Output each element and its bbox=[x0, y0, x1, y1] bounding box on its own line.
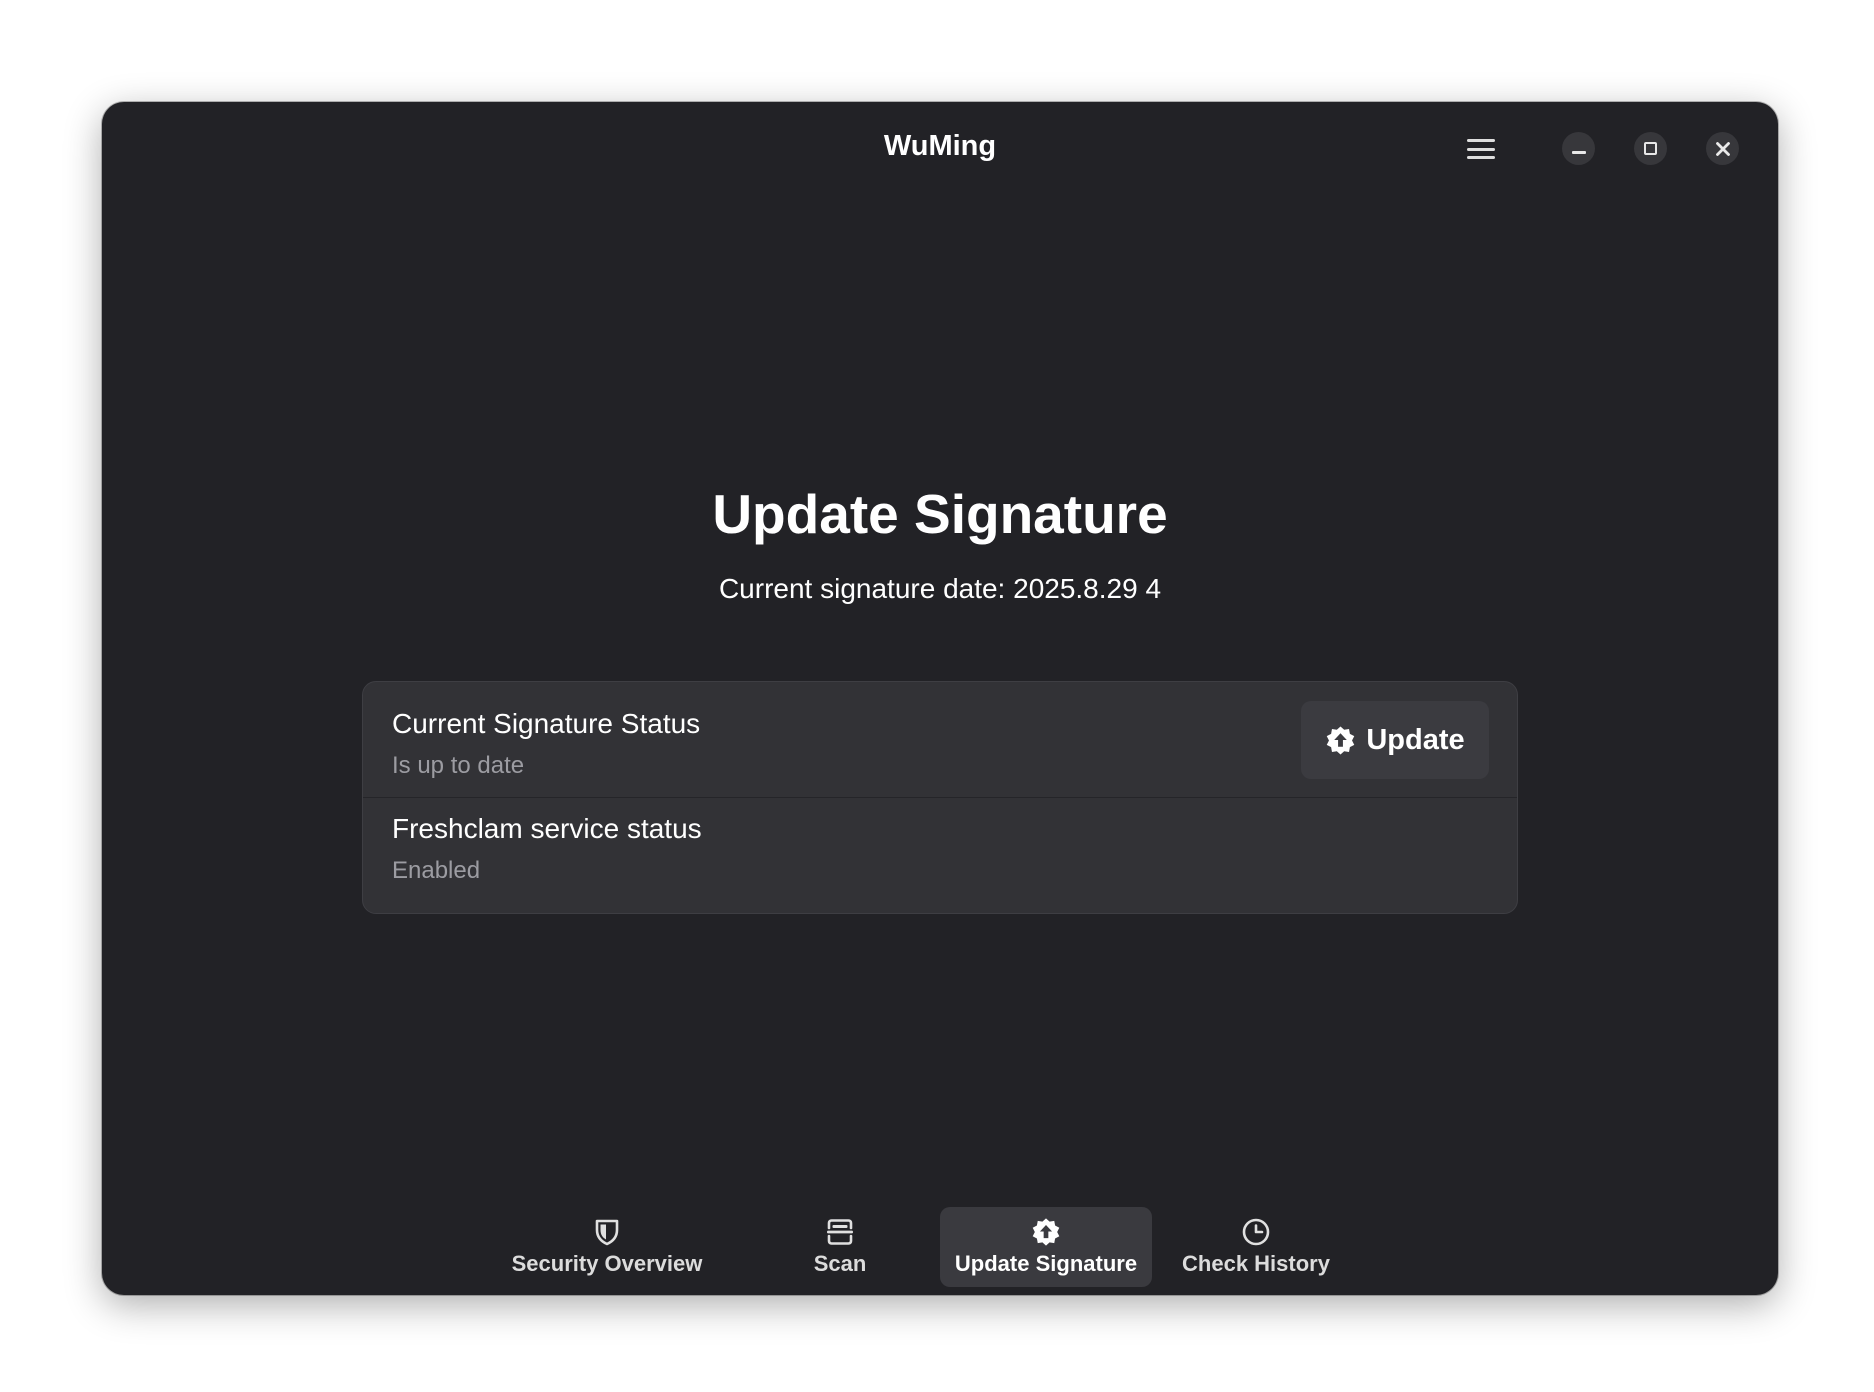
main-menu-button[interactable] bbox=[1458, 126, 1504, 172]
close-button[interactable] bbox=[1706, 132, 1739, 165]
tab-label: Security Overview bbox=[511, 1251, 703, 1276]
bottom-navigation: Security Overview Scan Update Signature bbox=[102, 1202, 1778, 1295]
update-gear-arrow-icon bbox=[1032, 1218, 1060, 1246]
header-bar: WuMing bbox=[102, 102, 1778, 194]
update-button[interactable]: Update bbox=[1301, 701, 1489, 779]
page-title: Update Signature bbox=[712, 483, 1168, 545]
tab-check-history[interactable]: Check History bbox=[1170, 1207, 1342, 1287]
signature-status-title: Current Signature Status bbox=[392, 708, 701, 739]
tab-label: Check History bbox=[1182, 1251, 1330, 1276]
minimize-icon bbox=[1571, 151, 1586, 154]
update-gear-arrow-icon bbox=[1327, 725, 1355, 755]
update-button-label: Update bbox=[1366, 723, 1465, 756]
freshclam-status-title: Freshclam service status bbox=[392, 813, 702, 844]
app-title: WuMing bbox=[883, 130, 997, 162]
maximize-button[interactable] bbox=[1634, 132, 1667, 165]
tab-label: Scan bbox=[813, 1251, 867, 1276]
tab-update-signature[interactable]: Update Signature bbox=[940, 1207, 1152, 1287]
freshclam-status-value: Enabled bbox=[392, 857, 481, 884]
app-window: WuMing Update Signature Current signatur… bbox=[102, 102, 1778, 1295]
freshclam-status-row: Freshclam service status Enabled bbox=[363, 798, 1517, 913]
tab-scan[interactable]: Scan bbox=[792, 1207, 888, 1287]
tab-security-overview[interactable]: Security Overview bbox=[502, 1207, 712, 1287]
signature-status-card: Current Signature Status Is up to date U… bbox=[362, 681, 1518, 914]
minimize-button[interactable] bbox=[1562, 132, 1595, 165]
maximize-icon bbox=[1644, 142, 1657, 155]
hamburger-menu-icon bbox=[1467, 137, 1495, 161]
signature-status-value: Is up to date bbox=[392, 752, 525, 779]
signature-date-text: Current signature date: 2025.8.29 4 bbox=[718, 573, 1162, 604]
tab-label: Update Signature bbox=[954, 1251, 1138, 1276]
shield-icon bbox=[595, 1219, 619, 1246]
signature-status-row: Current Signature Status Is up to date U… bbox=[363, 682, 1517, 798]
close-icon bbox=[1715, 141, 1730, 156]
scan-icon bbox=[827, 1219, 853, 1245]
clock-icon bbox=[1242, 1218, 1270, 1246]
